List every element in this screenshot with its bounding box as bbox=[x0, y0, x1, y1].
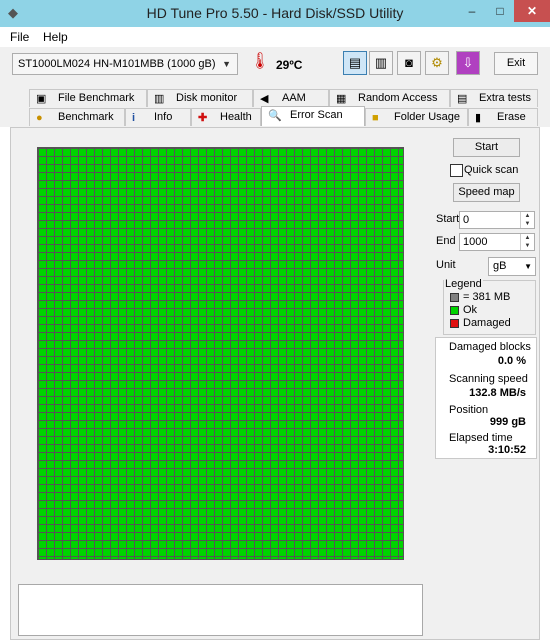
start-stepper-value: 0 bbox=[463, 214, 470, 226]
drive-select[interactable]: ST1000LM024 HN-M101MBB (1000 gB) ▼ bbox=[12, 53, 238, 75]
end-field-label: End bbox=[436, 235, 456, 247]
exit-button[interactable]: Exit bbox=[494, 52, 538, 75]
camera-icon[interactable]: ◙ bbox=[397, 51, 421, 75]
maximize-button[interactable]: □ bbox=[486, 0, 514, 22]
tab-folder-usage[interactable]: ■ Folder Usage bbox=[365, 108, 468, 126]
chevron-down-icon: ▼ bbox=[222, 59, 231, 69]
position-label: Position bbox=[449, 404, 489, 416]
end-stepper[interactable]: 1000 ▲ ▼ bbox=[459, 233, 535, 251]
unit-label: Unit bbox=[436, 259, 456, 271]
trash-icon: ▮ bbox=[475, 112, 482, 124]
start-scan-button[interactable]: Start bbox=[453, 138, 520, 157]
quick-scan-label: Quick scan bbox=[464, 164, 519, 176]
scanning-speed-value: 132.8 MB/s bbox=[469, 387, 526, 399]
toolbar: ST1000LM024 HN-M101MBB (1000 gB) ▼ 🌡 29º… bbox=[0, 47, 550, 85]
tab-health[interactable]: ✚ Health bbox=[191, 108, 261, 126]
file-benchmark-icon: ▣ bbox=[36, 93, 47, 105]
thermometer-icon: 🌡 bbox=[249, 53, 271, 70]
elapsed-time-value: 3:10:52 bbox=[488, 444, 526, 456]
drive-select-value: ST1000LM024 HN-M101MBB (1000 gB) bbox=[18, 58, 216, 70]
position-value: 999 gB bbox=[489, 416, 526, 428]
folder-icon: ■ bbox=[372, 112, 379, 124]
tab-aam[interactable]: ◀ AAM bbox=[253, 89, 329, 107]
tab-file-benchmark[interactable]: ▣ File Benchmark bbox=[29, 89, 147, 107]
lightbulb-icon: ● bbox=[36, 112, 43, 124]
damaged-blocks-value: 0.0 % bbox=[497, 355, 526, 367]
tab-disk-monitor[interactable]: ▥ Disk monitor bbox=[147, 89, 253, 107]
temperature-readout: 29ºC bbox=[276, 58, 303, 72]
magnifier-icon: 🔍 bbox=[268, 110, 282, 122]
green-swatch bbox=[450, 305, 459, 315]
legend-title: Legend bbox=[444, 278, 483, 290]
tab-error-scan[interactable]: 🔍 Error Scan bbox=[261, 106, 365, 126]
disk-monitor-icon: ▥ bbox=[154, 93, 165, 105]
elapsed-time-label: Elapsed time bbox=[449, 432, 513, 444]
options-icon[interactable]: ⚙ bbox=[425, 51, 449, 75]
tab-erase[interactable]: ▮ Erase bbox=[468, 108, 538, 126]
tab-benchmark[interactable]: ● Benchmark bbox=[29, 108, 125, 126]
start-stepper[interactable]: 0 ▲ ▼ bbox=[459, 211, 535, 229]
scanning-speed-label: Scanning speed bbox=[449, 373, 528, 385]
health-cross-icon: ✚ bbox=[198, 112, 208, 124]
download-icon[interactable]: ⇩ bbox=[456, 51, 480, 75]
spin-arrows-icon[interactable]: ▲ ▼ bbox=[520, 234, 534, 250]
title-bar: ◆ HD Tune Pro 5.50 - Hard Disk/SSD Utili… bbox=[0, 0, 550, 27]
spin-arrows-icon[interactable]: ▲ ▼ bbox=[520, 212, 534, 228]
minimize-button[interactable]: – bbox=[458, 0, 486, 22]
legend-block-size: = 381 MB bbox=[450, 291, 510, 303]
damaged-blocks-label: Damaged blocks bbox=[449, 341, 531, 353]
menu-help[interactable]: Help bbox=[43, 30, 68, 44]
start-field-label: Start bbox=[436, 213, 460, 225]
menu-file[interactable]: File bbox=[10, 30, 29, 44]
legend-damaged: Damaged bbox=[450, 317, 511, 329]
speed-map-button[interactable]: Speed map bbox=[453, 183, 520, 202]
unit-select-value: gB bbox=[493, 260, 507, 272]
gray-swatch bbox=[450, 292, 459, 302]
chevron-down-icon: ▼ bbox=[524, 262, 532, 271]
tab-extra-tests[interactable]: ▤ Extra tests bbox=[450, 89, 538, 107]
tab-random-access[interactable]: ▦ Random Access bbox=[329, 89, 450, 107]
menu-bar: File Help bbox=[0, 27, 550, 48]
scan-log-box bbox=[18, 584, 423, 636]
red-swatch bbox=[450, 318, 459, 328]
tab-info[interactable]: i Info bbox=[125, 108, 191, 126]
legend-ok: Ok bbox=[450, 304, 477, 316]
copy-all-icon[interactable]: ▥ bbox=[369, 51, 393, 75]
end-stepper-value: 1000 bbox=[463, 236, 488, 248]
copy-info-icon[interactable]: ▤ bbox=[343, 51, 367, 75]
close-button[interactable]: ✕ bbox=[514, 0, 550, 22]
scan-block-map bbox=[37, 147, 404, 560]
quick-scan-checkbox[interactable] bbox=[450, 164, 463, 177]
extra-tests-icon: ▤ bbox=[457, 93, 468, 105]
info-icon: i bbox=[132, 112, 136, 124]
unit-select[interactable]: gB ▼ bbox=[488, 257, 536, 276]
